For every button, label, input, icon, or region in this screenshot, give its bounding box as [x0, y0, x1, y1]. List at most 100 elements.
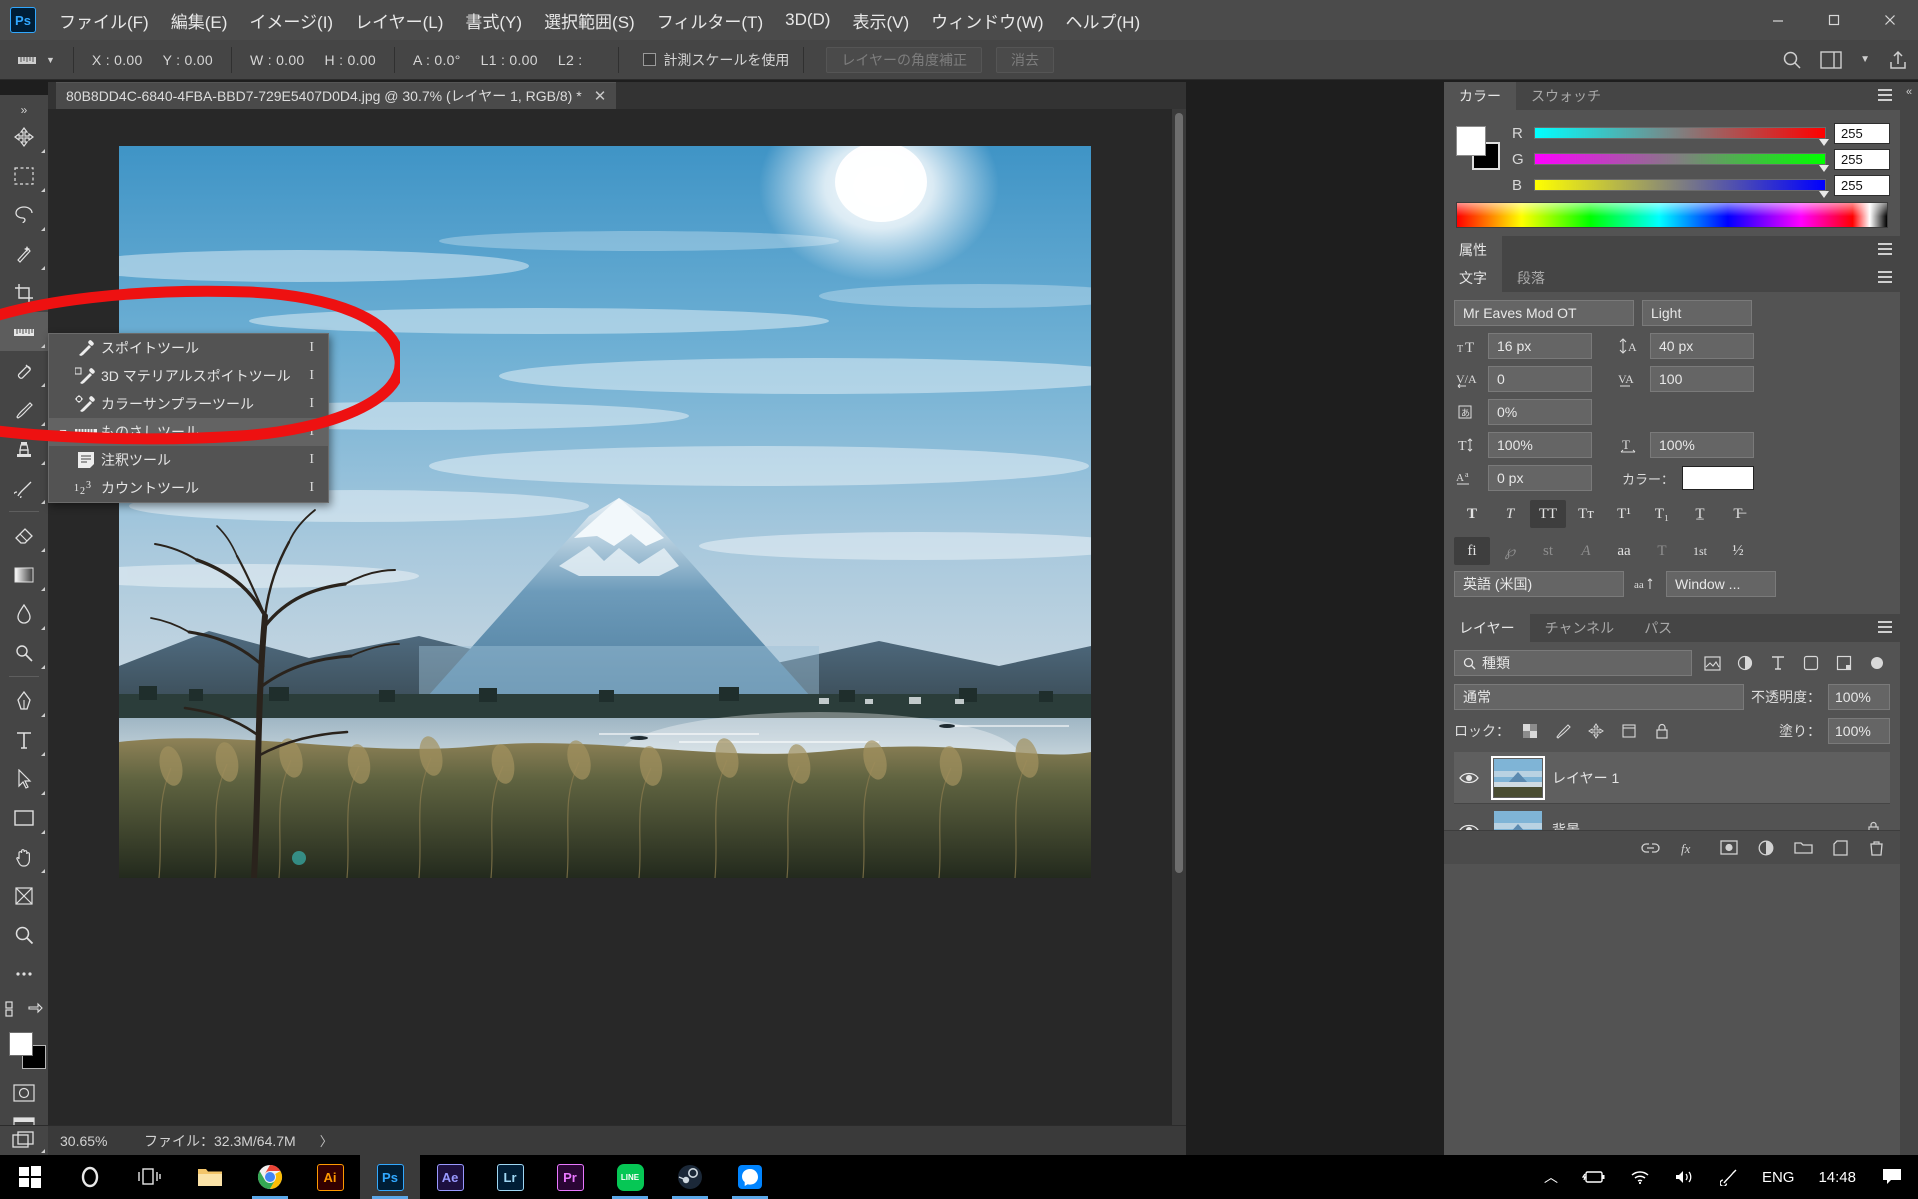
input-language[interactable]: ENG: [1752, 1169, 1805, 1186]
flyout-item-count[interactable]: 123 カウントツール I: [49, 474, 328, 502]
strikethrough-button[interactable]: T̶: [1720, 500, 1756, 528]
expand-panels-icon[interactable]: «: [1900, 82, 1918, 98]
faux-bold-button[interactable]: T: [1454, 500, 1490, 528]
tool-blur[interactable]: [0, 594, 48, 633]
canvas-vertical-scrollbar[interactable]: [1172, 109, 1186, 1129]
premiere-button[interactable]: Pr: [540, 1155, 600, 1199]
menu-type[interactable]: 書式(Y): [454, 4, 533, 37]
faux-italic-button[interactable]: T: [1492, 500, 1528, 528]
menu-view[interactable]: 表示(V): [841, 4, 920, 37]
font-size-field[interactable]: 16 px: [1488, 333, 1592, 359]
close-button[interactable]: [1862, 0, 1918, 40]
menu-image[interactable]: イメージ(I): [238, 4, 344, 37]
straighten-layer-button[interactable]: レイヤーの角度補正: [826, 46, 983, 73]
tool-rectangle[interactable]: [0, 798, 48, 837]
tool-clone-stamp[interactable]: [0, 429, 48, 468]
menu-window[interactable]: ウィンドウ(W): [920, 4, 1054, 37]
layer-name[interactable]: レイヤー 1: [1552, 768, 1880, 788]
superscript-button[interactable]: T¹: [1606, 500, 1642, 528]
notification-icon[interactable]: [1870, 1168, 1914, 1186]
image-filter-icon[interactable]: [1699, 651, 1725, 675]
tab-swatches[interactable]: スウォッチ: [1516, 82, 1616, 110]
smart-filter-icon[interactable]: [1831, 651, 1857, 675]
document-tab[interactable]: 80B8DD4C-6840-4FBA-BBD7-729E5407D0D4.jpg…: [56, 82, 617, 109]
chevron-up-icon[interactable]: ︿: [1532, 1167, 1570, 1187]
zoom-level[interactable]: 30.65%: [48, 1133, 134, 1149]
tool-pen[interactable]: [0, 681, 48, 720]
edit-toolbar-icon[interactable]: [5, 1001, 21, 1022]
lightroom-button[interactable]: Lr: [480, 1155, 540, 1199]
panel-menu-icon[interactable]: [1878, 243, 1892, 255]
quickmask-icon[interactable]: [13, 1084, 35, 1107]
tool-more[interactable]: [0, 954, 48, 993]
blend-mode-select[interactable]: 通常: [1454, 684, 1744, 710]
tool-gradient[interactable]: [0, 555, 48, 594]
artboard-lock-icon[interactable]: [1616, 719, 1642, 743]
tool-zoom[interactable]: [0, 915, 48, 954]
wifi-icon[interactable]: [1618, 1169, 1662, 1185]
menu-file[interactable]: ファイル(F): [48, 4, 160, 37]
tool-move[interactable]: [0, 117, 48, 156]
fx-icon[interactable]: fx: [1680, 840, 1700, 856]
tool-hand[interactable]: [0, 837, 48, 876]
tab-channels[interactable]: チャンネル: [1529, 614, 1630, 642]
swap-colors-icon[interactable]: [27, 1001, 43, 1022]
shape-filter-icon[interactable]: [1798, 651, 1824, 675]
tab-layers[interactable]: レイヤー: [1444, 614, 1530, 642]
tab-color[interactable]: カラー: [1444, 82, 1516, 110]
tool-lasso[interactable]: [0, 195, 48, 234]
tool-brush[interactable]: [0, 390, 48, 429]
flyout-item-color-sampler[interactable]: カラーサンプラーツール I: [49, 390, 328, 418]
minimize-button[interactable]: [1750, 0, 1806, 40]
fractions-button[interactable]: ½: [1720, 537, 1756, 565]
collapse-toolbar-icon[interactable]: »: [0, 101, 48, 117]
small-caps-button[interactable]: Tт: [1568, 500, 1604, 528]
layer-filter-type[interactable]: 種類: [1454, 650, 1692, 676]
checkbox-box[interactable]: [643, 53, 657, 66]
font-family-field[interactable]: Mr Eaves Mod OT: [1454, 300, 1634, 326]
screenmode-status-icon[interactable]: [0, 1125, 48, 1156]
adjustment-icon[interactable]: [1758, 840, 1774, 856]
leading-field[interactable]: 40 px: [1650, 333, 1754, 359]
foreground-color-swatch[interactable]: [9, 1032, 33, 1056]
layer-visibility-toggle[interactable]: [1454, 771, 1484, 785]
cortana-button[interactable]: [60, 1155, 120, 1199]
clear-button[interactable]: 消去: [996, 46, 1055, 73]
after-effects-button[interactable]: Ae: [420, 1155, 480, 1199]
language-field[interactable]: 英語 (米国): [1454, 571, 1624, 597]
tool-eraser[interactable]: [0, 516, 48, 555]
mask-icon[interactable]: [1720, 840, 1738, 855]
green-slider[interactable]: [1534, 153, 1829, 172]
stylistic-alternates-button[interactable]: aa: [1606, 537, 1642, 565]
all-lock-icon[interactable]: [1649, 719, 1675, 743]
discretionary-ligatures-button[interactable]: st: [1530, 537, 1566, 565]
text-color-swatch[interactable]: [1682, 466, 1755, 490]
subscript-button[interactable]: T₁: [1644, 500, 1680, 528]
move-lock-icon[interactable]: [1583, 719, 1609, 743]
color-spectrum-ramp[interactable]: [1456, 202, 1888, 228]
kerning-field[interactable]: 0: [1488, 366, 1592, 392]
flyout-item-eyedropper[interactable]: スポイトツール I: [49, 334, 328, 362]
tracking-field[interactable]: 100: [1650, 366, 1754, 392]
start-button[interactable]: [0, 1155, 60, 1199]
share-icon[interactable]: [1888, 50, 1908, 70]
red-value[interactable]: 255: [1834, 122, 1890, 144]
menu-help[interactable]: ヘルプ(H): [1055, 4, 1152, 37]
slider-knob[interactable]: [1819, 191, 1829, 198]
tool-flyout-menu[interactable]: スポイトツール I 3D マテリアルスポイトツール I カラーサンプラーツール …: [48, 333, 329, 503]
menu-layer[interactable]: レイヤー(L): [344, 4, 454, 37]
menu-3d[interactable]: 3D(D): [774, 6, 841, 34]
slider-knob[interactable]: [1819, 139, 1829, 146]
panel-menu-icon[interactable]: [1878, 89, 1892, 101]
tab-paragraph[interactable]: 段落: [1502, 264, 1560, 292]
foreground-color-swatch[interactable]: [1456, 126, 1486, 156]
status-chevron-right-icon[interactable]: 〉: [306, 1131, 347, 1150]
steam-button[interactable]: [660, 1155, 720, 1199]
menu-filter[interactable]: フィルター(T): [646, 4, 774, 37]
fill-field[interactable]: 100%: [1828, 718, 1890, 744]
scrollbar-thumb[interactable]: [1175, 113, 1183, 873]
tsume-field[interactable]: 0%: [1488, 399, 1592, 425]
new-layer-icon[interactable]: [1833, 839, 1849, 856]
contextual-alternates-button[interactable]: ℘: [1492, 537, 1528, 565]
panel-menu-icon[interactable]: [1878, 621, 1892, 633]
